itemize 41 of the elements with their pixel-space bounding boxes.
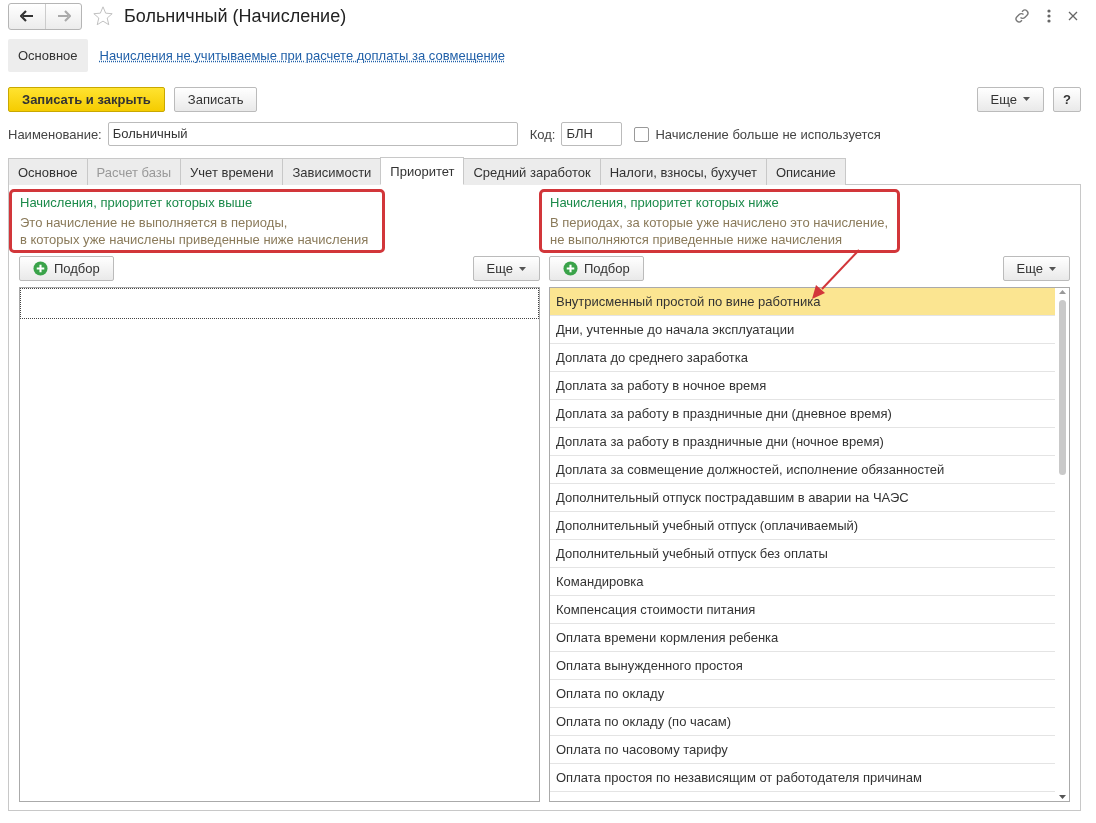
tab[interactable]: Приоритет: [380, 157, 465, 185]
checkbox[interactable]: [634, 126, 650, 142]
caret-icon: [1049, 266, 1056, 271]
scroll-up-icon[interactable]: [1058, 290, 1066, 294]
scrollbar-thumb[interactable]: [1058, 300, 1066, 475]
list-row[interactable]: Внутрисменный простой по вине работника: [550, 288, 1055, 316]
nav-panel-item[interactable]: Основное: [8, 38, 88, 72]
checkbox-label: Начисление больше не используется: [655, 126, 881, 142]
save-and-close-button[interactable]: Записать и закрыть: [8, 86, 165, 112]
section-heading: Начисления, приоритет которых ниже: [550, 195, 780, 210]
empty-row[interactable]: [20, 288, 539, 319]
tab[interactable]: Средний заработок: [463, 158, 601, 185]
section-note: Это начисление не выполняется в периоды, в которых уже начислены приведенные ниже начисления: [20, 214, 370, 248]
more-button[interactable]: Еще: [1002, 256, 1070, 281]
tab[interactable]: Зависимости: [282, 158, 382, 185]
help-button[interactable]: ?: [1053, 86, 1081, 112]
more-button[interactable]: Еще: [976, 86, 1045, 112]
save-button[interactable]: Записать: [173, 86, 258, 112]
add-button[interactable]: Подбор: [19, 256, 114, 281]
star-icon[interactable]: [92, 5, 114, 27]
more-button[interactable]: Еще: [472, 256, 540, 281]
scroll-down-icon[interactable]: [1058, 795, 1066, 799]
tab[interactable]: Основное: [8, 158, 88, 185]
code-input-field[interactable]: БЛН: [561, 122, 623, 146]
tab[interactable]: Учет времени: [180, 158, 284, 185]
arrow-left-icon: [20, 10, 34, 22]
window-title: Больничный (Начисление): [124, 5, 348, 27]
arrow-right-icon: [56, 10, 71, 22]
tab[interactable]: Налоги, взносы, бухучет: [599, 158, 767, 185]
caret-icon: [1023, 97, 1031, 101]
tab[interactable]: Описание: [765, 158, 846, 185]
name-input-field[interactable]: Больничный: [107, 122, 518, 146]
caret-icon: [519, 266, 526, 271]
field-label: Наименование:: [8, 126, 102, 142]
add-button[interactable]: Подбор: [549, 256, 644, 281]
plus-icon: [33, 261, 48, 276]
field-label: Код:: [529, 126, 556, 142]
section-note: В периодах, за которые уже начислено это начисление, не выполняются приведенные ниже начисления: [550, 214, 889, 248]
nav-panel-link[interactable]: Начисления не учитываемые при расчете доплаты за совмещение: [99, 47, 506, 63]
section-heading: Начисления, приоритет которых выше: [20, 195, 254, 210]
plus-icon: [563, 261, 578, 276]
